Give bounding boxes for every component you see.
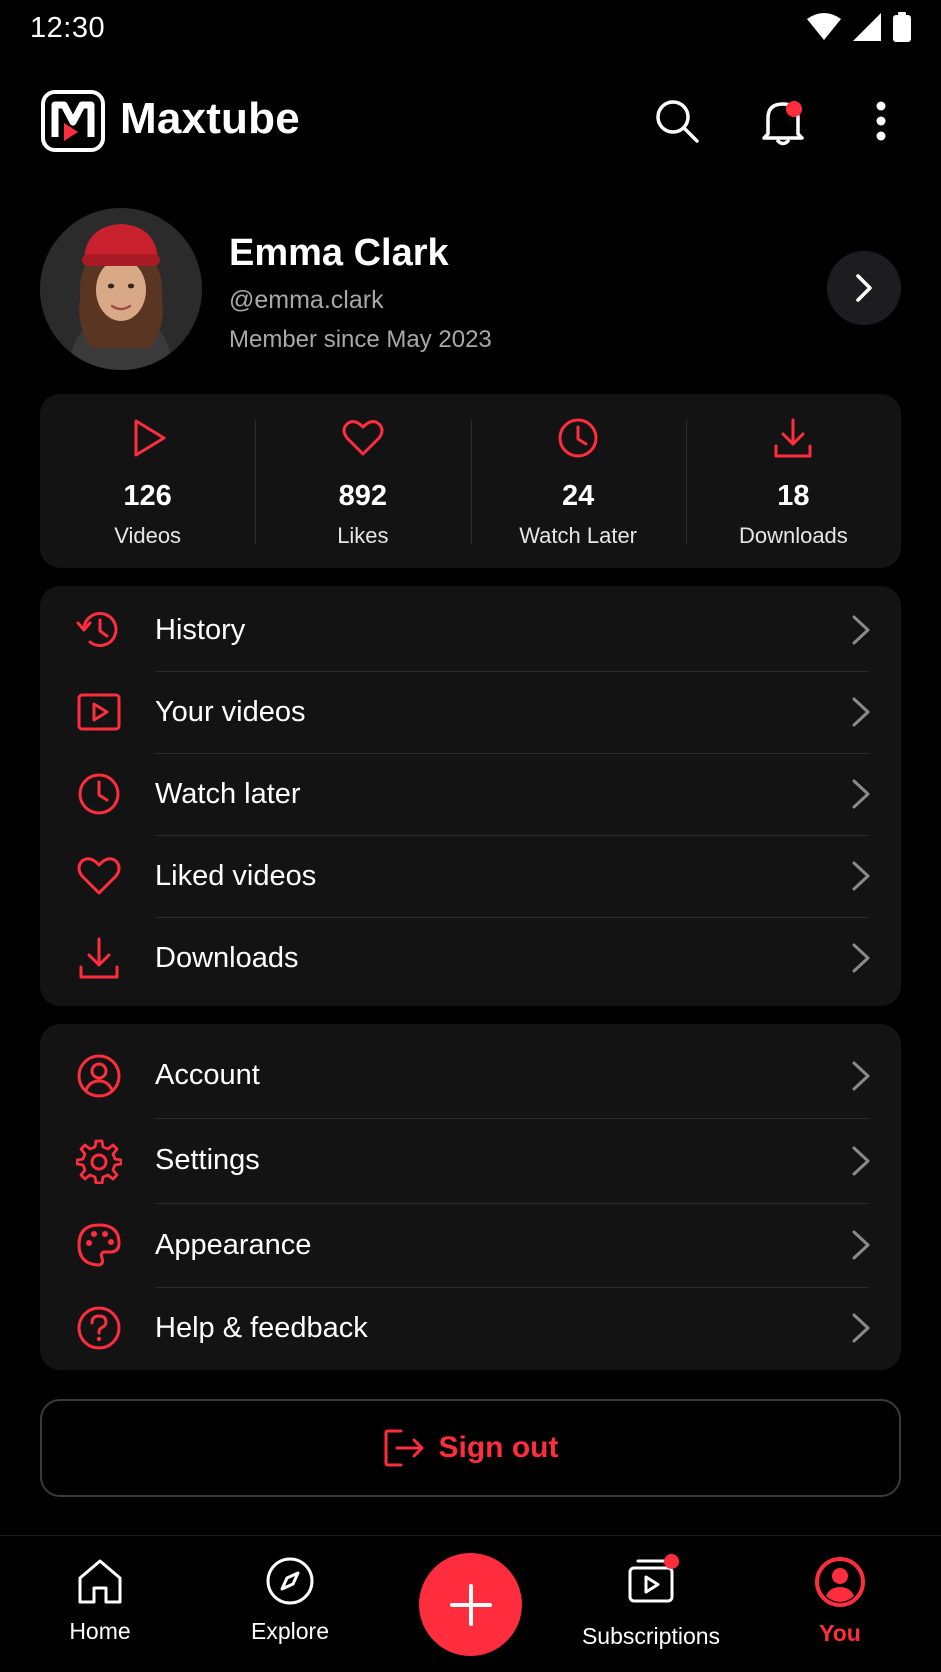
app-title: Maxtube <box>120 94 300 143</box>
chevron-right-icon <box>852 943 870 973</box>
menu-item-label: Watch later <box>155 777 301 810</box>
chevron-right-icon <box>852 1061 870 1090</box>
chevron-right-icon <box>852 615 870 645</box>
menu-item-label: Help & feedback <box>155 1311 368 1344</box>
account-icon <box>815 1557 865 1607</box>
stat-value: 18 <box>777 480 810 512</box>
menu-item-watch-later[interactable]: Watch later <box>40 753 901 835</box>
profile-name: Emma Clark <box>229 232 449 274</box>
nav-label: Home <box>69 1618 131 1644</box>
create-button[interactable] <box>419 1553 522 1656</box>
menu-item-liked-videos[interactable]: Liked videos <box>40 835 901 917</box>
gear-icon <box>76 1139 122 1184</box>
palette-icon <box>77 1223 121 1267</box>
profile-handle: @emma.clark <box>229 286 384 314</box>
menu-item-label: Downloads <box>155 941 299 974</box>
home-icon <box>78 1559 122 1604</box>
stat-likes[interactable]: 892 Likes <box>255 394 470 568</box>
member-since: Member since May 2023 <box>229 326 492 353</box>
wifi-icon <box>807 13 841 40</box>
stats-panel: 126 Videos 892 Likes 24 Watch Later 18 D… <box>40 394 901 568</box>
stat-downloads[interactable]: 18 Downloads <box>685 394 901 568</box>
battery-icon <box>893 12 911 42</box>
more-vertical-icon <box>876 101 886 141</box>
clock-icon <box>78 773 120 815</box>
signal-icon <box>853 13 881 41</box>
notifications-button[interactable] <box>756 94 810 148</box>
menu-item-label: Appearance <box>155 1228 312 1261</box>
nav-you[interactable]: You <box>750 1556 930 1647</box>
chevron-right-icon <box>852 861 870 891</box>
chevron-right-icon <box>852 697 870 727</box>
menu-item-your-videos[interactable]: Your videos <box>40 671 901 753</box>
stat-value: 126 <box>123 480 172 512</box>
status-bar: 12:30 <box>0 0 941 56</box>
menu-item-label: Account <box>155 1059 260 1091</box>
menu-item-label: Liked videos <box>155 859 317 892</box>
menu-item-account[interactable]: Account <box>40 1033 901 1118</box>
video-icon <box>77 693 121 731</box>
account-icon <box>77 1054 121 1097</box>
search-button[interactable] <box>650 94 704 148</box>
stat-watch-later[interactable]: 24 Watch Later <box>470 394 686 568</box>
stat-label: Downloads <box>738 523 848 548</box>
chevron-right-icon <box>856 274 872 302</box>
logout-icon <box>384 1429 423 1467</box>
menu-item-help[interactable]: Help & feedback <box>40 1287 901 1369</box>
nav-home[interactable]: Home <box>10 1556 190 1645</box>
avatar-image <box>40 208 202 370</box>
menu-item-label: Settings <box>155 1144 260 1176</box>
stat-label: Likes <box>337 523 389 548</box>
stat-label: Videos <box>114 523 182 548</box>
nav-label: Explore <box>251 1618 329 1644</box>
sign-out-button[interactable]: Sign out <box>40 1399 901 1497</box>
profile-header[interactable]: Emma Clark @emma.clark Member since May … <box>0 208 941 370</box>
compass-icon <box>266 1557 314 1605</box>
profile-open-button[interactable] <box>827 251 901 325</box>
menu-item-label: Your videos <box>155 695 306 728</box>
heart-icon <box>342 420 384 456</box>
stat-value: 892 <box>338 480 388 512</box>
maxtube-logo-icon <box>41 90 105 152</box>
nav-subscriptions[interactable]: Subscriptions <box>561 1554 741 1650</box>
nav-label: Subscriptions <box>581 1623 721 1649</box>
help-icon <box>77 1306 121 1350</box>
status-time: 12:30 <box>30 12 106 44</box>
menu-item-history[interactable]: History <box>40 589 901 671</box>
download-icon <box>774 418 812 458</box>
subscriptions-icon-wrap <box>626 1554 679 1611</box>
chevron-right-icon <box>852 1146 870 1175</box>
play-icon <box>134 419 166 457</box>
menu-item-downloads[interactable]: Downloads <box>40 917 901 999</box>
stat-videos[interactable]: 126 Videos <box>40 394 255 568</box>
avatar[interactable] <box>40 208 202 370</box>
heart-icon <box>77 857 121 895</box>
nav-explore[interactable]: Explore <box>200 1556 380 1645</box>
notification-dot <box>786 101 802 117</box>
chevron-right-icon <box>852 1230 870 1260</box>
app-bar: Maxtube <box>0 80 941 162</box>
status-icons <box>807 12 911 42</box>
clock-icon <box>558 418 598 458</box>
app-logo[interactable] <box>40 89 106 153</box>
menu-item-label: History <box>155 613 246 646</box>
search-icon <box>656 100 699 143</box>
menu-item-settings[interactable]: Settings <box>40 1118 901 1203</box>
more-options-button[interactable] <box>854 94 908 148</box>
chevron-right-icon <box>852 1313 870 1343</box>
download-icon <box>79 937 119 979</box>
library-menu: History Your videos Watch later Liked vi… <box>40 586 901 1006</box>
stat-label: Watch Later <box>519 523 638 548</box>
history-icon <box>76 612 118 647</box>
stat-value: 24 <box>561 480 595 512</box>
bottom-nav: Home Explore Subscriptions You <box>0 1535 941 1672</box>
sign-out-label: Sign out <box>438 1431 559 1464</box>
plus-icon <box>449 1583 492 1626</box>
menu-item-appearance[interactable]: Appearance <box>40 1203 901 1287</box>
subscriptions-dot <box>664 1554 679 1569</box>
chevron-right-icon <box>852 779 870 809</box>
nav-label: You <box>819 1620 861 1646</box>
settings-menu: Account Settings Appearance Help & feedb… <box>40 1024 901 1370</box>
